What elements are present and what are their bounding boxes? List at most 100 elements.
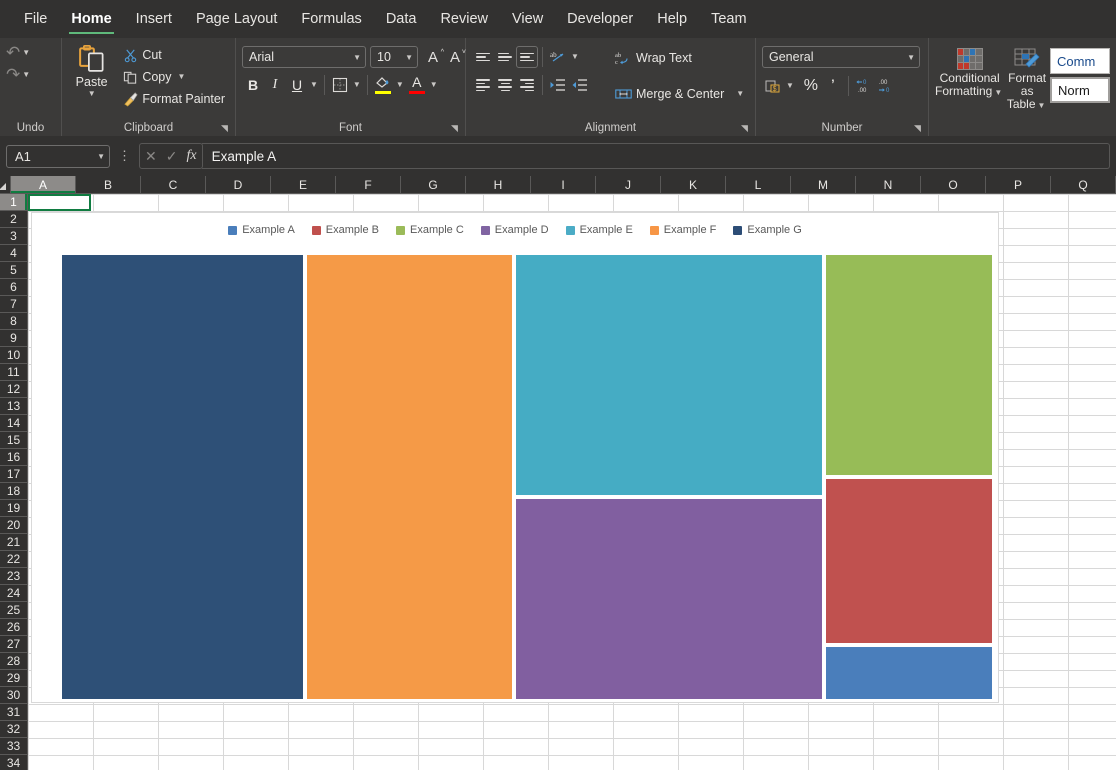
legend-item[interactable]: Example C — [396, 224, 464, 236]
column-header-L[interactable]: L — [726, 176, 791, 194]
column-header-F[interactable]: F — [336, 176, 401, 194]
treemap-tile-example-c[interactable] — [825, 255, 992, 475]
row-header-22[interactable]: 22 — [0, 551, 28, 568]
column-header-K[interactable]: K — [661, 176, 726, 194]
align-middle-button[interactable] — [494, 46, 516, 68]
increase-decimal-button[interactable]: 0 .00 — [853, 75, 875, 97]
active-cell-a1[interactable] — [28, 194, 91, 211]
column-header-Q[interactable]: Q — [1051, 176, 1116, 194]
row-header-11[interactable]: 11 — [0, 364, 28, 381]
row-header-25[interactable]: 25 — [0, 602, 28, 619]
column-header-B[interactable]: B — [76, 176, 141, 194]
row-header-5[interactable]: 5 — [0, 262, 28, 279]
comma-style-button[interactable]: ’ — [822, 75, 844, 97]
clipboard-dialog-launcher[interactable]: ◥ — [221, 123, 231, 133]
chevron-down-icon[interactable]: ▼ — [176, 73, 188, 81]
column-header-A[interactable]: A — [11, 176, 76, 194]
row-header-19[interactable]: 19 — [0, 500, 28, 517]
row-header-32[interactable]: 32 — [0, 721, 28, 738]
column-header-J[interactable]: J — [596, 176, 661, 194]
align-top-button[interactable] — [472, 46, 494, 68]
legend-item[interactable]: Example E — [565, 224, 633, 236]
ribbon-tab-developer[interactable]: Developer — [555, 0, 645, 38]
row-header-21[interactable]: 21 — [0, 534, 28, 551]
align-center-button[interactable] — [494, 74, 516, 96]
row-header-23[interactable]: 23 — [0, 568, 28, 585]
align-bottom-button[interactable] — [516, 46, 538, 68]
chevron-down-icon[interactable]: ▼ — [428, 81, 440, 89]
row-header-17[interactable]: 17 — [0, 466, 28, 483]
cell-style-normal[interactable]: Norm — [1050, 77, 1110, 103]
column-header-M[interactable]: M — [791, 176, 856, 194]
font-dialog-launcher[interactable]: ◥ — [451, 123, 461, 133]
cancel-edit-icon[interactable]: ✕ — [145, 149, 157, 163]
sheet-canvas[interactable]: Example A Example B Example C Example D Exam… — [28, 194, 1116, 770]
column-header-G[interactable]: G — [401, 176, 466, 194]
column-header-E[interactable]: E — [271, 176, 336, 194]
row-header-3[interactable]: 3 — [0, 228, 28, 245]
ribbon-tab-view[interactable]: View — [500, 0, 555, 38]
align-left-button[interactable] — [472, 74, 494, 96]
ribbon-tab-review[interactable]: Review — [428, 0, 500, 38]
row-header-15[interactable]: 15 — [0, 432, 28, 449]
row-header-16[interactable]: 16 — [0, 449, 28, 466]
increase-font-size-button[interactable]: A ^ — [422, 46, 444, 68]
align-right-button[interactable] — [516, 74, 538, 96]
row-header-27[interactable]: 27 — [0, 636, 28, 653]
decrease-font-size-button[interactable]: A ˅ — [444, 46, 466, 68]
ribbon-tab-help[interactable]: Help — [645, 0, 699, 38]
row-header-20[interactable]: 20 — [0, 517, 28, 534]
decrease-indent-button[interactable] — [547, 74, 569, 96]
redo-button[interactable]: ↷ ▼ — [6, 66, 32, 83]
column-header-I[interactable]: I — [531, 176, 596, 194]
chevron-down-icon[interactable]: ▼ — [784, 82, 796, 90]
row-header-14[interactable]: 14 — [0, 415, 28, 432]
row-header-2[interactable]: 2 — [0, 211, 28, 228]
treemap-tile-example-g[interactable] — [62, 255, 303, 699]
row-header-34[interactable]: 34 — [0, 755, 28, 770]
column-header-P[interactable]: P — [986, 176, 1051, 194]
treemap-tile-example-b[interactable] — [825, 478, 992, 643]
fill-color-button[interactable] — [372, 74, 394, 96]
merge-center-button[interactable]: Merge & Center ▼ — [611, 83, 750, 105]
insert-function-icon[interactable]: fx — [186, 149, 196, 163]
wrap-text-button[interactable]: ab c Wrap Text — [611, 47, 750, 69]
confirm-edit-icon[interactable]: ✓ — [166, 149, 178, 163]
row-header-28[interactable]: 28 — [0, 653, 28, 670]
row-header-10[interactable]: 10 — [0, 347, 28, 364]
underline-button[interactable]: U — [286, 74, 308, 96]
row-header-9[interactable]: 9 — [0, 330, 28, 347]
row-header-33[interactable]: 33 — [0, 738, 28, 755]
row-header-6[interactable]: 6 — [0, 279, 28, 296]
row-header-29[interactable]: 29 — [0, 670, 28, 687]
chevron-down-icon[interactable]: ▼ — [394, 81, 406, 89]
treemap-tile-example-e[interactable] — [516, 255, 822, 495]
treemap-tile-example-d[interactable] — [516, 498, 822, 699]
copy-button[interactable]: Copy ▼ — [119, 66, 229, 88]
treemap-chart[interactable]: Example A Example B Example C Example D Exam… — [31, 212, 999, 703]
formula-input[interactable]: Example A — [201, 143, 1110, 169]
font-size-select[interactable]: 10 ▼ — [370, 46, 418, 68]
format-painter-button[interactable]: Format Painter — [119, 88, 229, 110]
column-header-C[interactable]: C — [141, 176, 206, 194]
increase-indent-button[interactable] — [569, 74, 591, 96]
borders-button[interactable] — [329, 74, 351, 96]
select-all-corner[interactable] — [0, 176, 11, 194]
accounting-format-button[interactable]: $ — [762, 75, 784, 97]
row-header-1[interactable]: 1 — [0, 194, 28, 211]
row-header-7[interactable]: 7 — [0, 296, 28, 313]
treemap-tile-example-a[interactable] — [825, 647, 992, 699]
legend-item[interactable]: Example G — [733, 224, 802, 236]
ribbon-tab-team[interactable]: Team — [699, 0, 758, 38]
ribbon-tab-home[interactable]: Home — [59, 0, 123, 38]
bold-button[interactable]: B — [242, 74, 264, 96]
chevron-down-icon[interactable]: ▼ — [734, 90, 746, 98]
ribbon-tab-formulas[interactable]: Formulas — [289, 0, 373, 38]
decrease-decimal-button[interactable]: .00 0 — [875, 75, 897, 97]
chevron-down-icon[interactable]: ▼ — [569, 53, 581, 61]
legend-item[interactable]: Example B — [311, 224, 379, 236]
column-header-H[interactable]: H — [466, 176, 531, 194]
row-header-31[interactable]: 31 — [0, 704, 28, 721]
cut-button[interactable]: Cut — [119, 44, 229, 66]
percent-style-button[interactable]: % — [800, 75, 822, 97]
